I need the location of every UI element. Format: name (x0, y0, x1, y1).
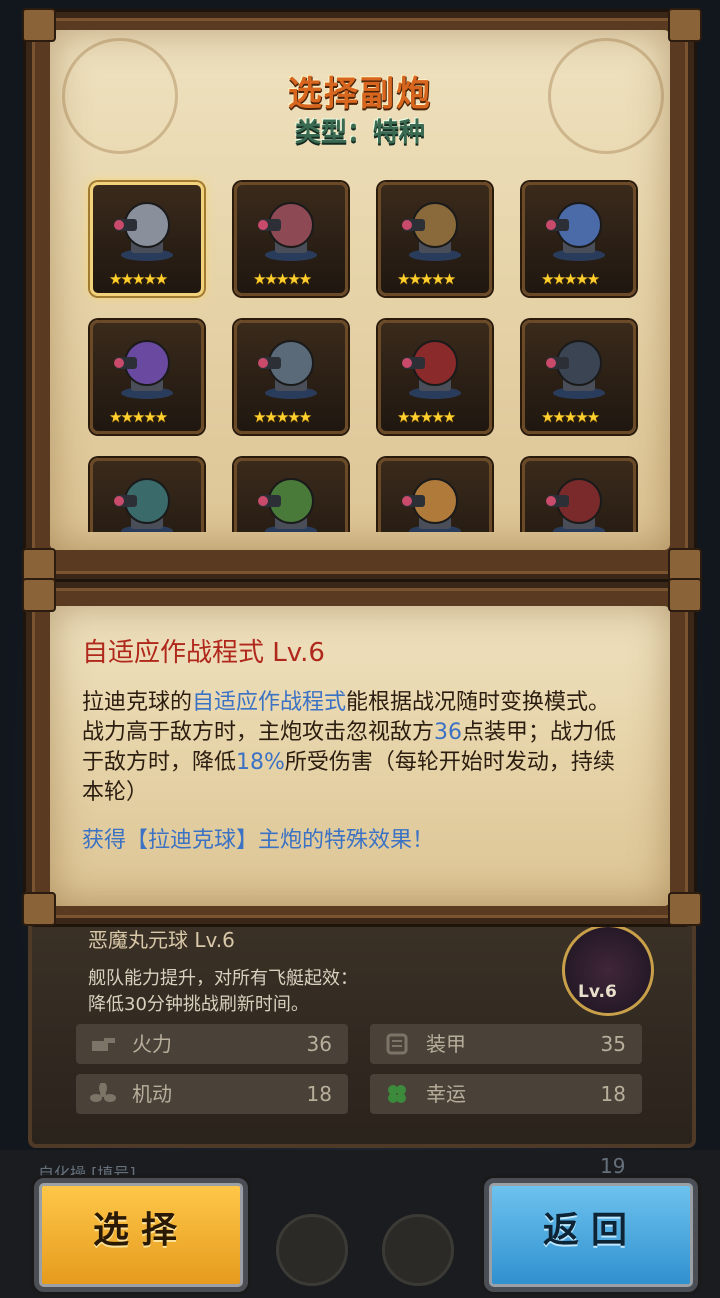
turret-cell[interactable]: ★★★★★ (234, 182, 348, 296)
star-rating: ★★★★★ (253, 270, 312, 288)
turret-detail-title: 恶魔丸元球 Lv.6 (88, 928, 235, 952)
turret-cell[interactable]: ★★★★★ (234, 320, 348, 434)
stat-label: 机动 (132, 1082, 172, 1106)
turret-cell[interactable]: ★★★★★ (522, 182, 636, 296)
turret-detail-desc-line2: 降低30分钟挑战刷新时间。 (88, 994, 309, 1015)
frame-corner (668, 578, 702, 612)
turret-art (546, 478, 605, 532)
desc-text: 拉迪克球的 (82, 690, 193, 715)
star-rating: ★★★★★ (253, 408, 312, 426)
turret-type-label: 类型：特种 (294, 118, 425, 148)
turret-icon (107, 195, 187, 263)
desc-highlight-armor: 36 (434, 720, 463, 745)
turret-icon (107, 471, 187, 532)
skill-title: 自适应作战程式 Lv.6 (82, 638, 325, 668)
turret-cell[interactable]: ★★★★★ (90, 320, 204, 434)
turret-art (546, 340, 605, 399)
star-rating: ★★★★★ (397, 408, 456, 426)
propeller-icon (90, 1083, 116, 1102)
clover-icon (388, 1085, 406, 1103)
frame-corner (668, 8, 702, 42)
turret-icon (107, 333, 187, 401)
star-rating: ★★★★★ (397, 270, 456, 288)
frame-corner (668, 548, 702, 582)
stat-label: 幸运 (426, 1082, 466, 1106)
star-rating: ★★★★★ (541, 270, 600, 288)
page-title: 选择副炮 (288, 74, 432, 114)
star-rating: ★★★★★ (541, 408, 600, 426)
turret-cell[interactable]: ★★★★★ (522, 320, 636, 434)
turret-icon (251, 195, 331, 263)
turret-cell[interactable]: ★★★★★ (378, 182, 492, 296)
turret-cell[interactable] (378, 458, 492, 532)
turret-icon (539, 471, 619, 532)
turret-icon (539, 195, 619, 263)
turret-art (114, 478, 173, 532)
skill-description: 拉迪克球的自适应作战程式能根据战况随时变换模式。战力高于敌方时，主炮攻击忽视敌方… (82, 688, 622, 808)
turret-cell[interactable] (90, 458, 204, 532)
rocket-icon[interactable] (276, 1214, 348, 1286)
turret-cell[interactable]: ★★★★★ (378, 320, 492, 434)
star-rating: ★★★★★ (109, 270, 168, 288)
frame-corner (22, 548, 56, 582)
desc-highlight-skill: 自适应作战程式 (192, 690, 347, 715)
star-rating: ★★★★★ (109, 408, 168, 426)
desc-highlight-percent: 18% (236, 750, 285, 775)
turret-detail-desc-line1: 舰队能力提升，对所有飞艇起效： (88, 968, 358, 989)
turret-cell[interactable] (234, 458, 348, 532)
turret-art (402, 202, 461, 261)
stat-value: 18 (600, 1082, 626, 1106)
turret-grid[interactable]: ★★★★★ ★★★★★ ★★★★★ ★★★★★ ★★★★★ ★★★★★ ★★★★… (70, 170, 650, 532)
frame-corner (22, 8, 56, 42)
turret-art (114, 202, 173, 261)
turret-art (258, 478, 317, 532)
stat-value: 35 (600, 1032, 626, 1056)
turret-icon (251, 333, 331, 401)
turret-art (114, 340, 173, 399)
armor-icon (386, 1033, 408, 1055)
skill-gain-text: 获得【拉迪克球】主炮的特殊效果！ (82, 828, 435, 853)
turret-icon (251, 471, 331, 532)
turret-icon (539, 333, 619, 401)
turret-cell[interactable]: ★★★★★ (90, 182, 204, 296)
medal-icon[interactable] (382, 1214, 454, 1286)
stat-mobility: 机动 18 (76, 1074, 348, 1114)
turret-art (402, 340, 461, 399)
cannon-icon (92, 1038, 115, 1051)
back-button[interactable]: 返回 (484, 1178, 698, 1292)
turret-cell[interactable] (522, 458, 636, 532)
turret-art (258, 340, 317, 399)
stat-armor: 装甲 35 (370, 1024, 642, 1064)
frame-corner (668, 892, 702, 926)
turret-detail-level: Lv.6 (578, 982, 617, 1002)
stat-firepower: 火力 36 (76, 1024, 348, 1064)
stat-value: 36 (306, 1032, 332, 1056)
turret-icon (395, 471, 475, 532)
turret-icon (395, 195, 475, 263)
turret-icon (395, 333, 475, 401)
stat-luck: 幸运 18 (370, 1074, 642, 1114)
stat-label: 装甲 (426, 1032, 466, 1056)
turret-art (402, 478, 461, 532)
frame-corner (22, 578, 56, 612)
turret-art (546, 202, 605, 261)
stat-label: 火力 (132, 1032, 172, 1056)
frame-corner (22, 892, 56, 926)
select-button[interactable]: 选择 (34, 1178, 248, 1292)
background-counter: 19 (600, 1154, 626, 1178)
turret-art (258, 202, 317, 261)
turret-detail-avatar (562, 924, 654, 1016)
stat-value: 18 (306, 1082, 332, 1106)
